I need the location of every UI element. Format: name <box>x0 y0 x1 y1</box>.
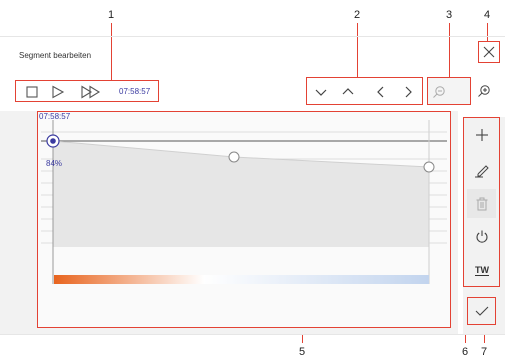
top-divider <box>0 36 505 37</box>
segment-chart <box>41 120 447 284</box>
callout-5: 5 <box>299 346 306 358</box>
callout-line-1 <box>111 23 112 81</box>
power-button[interactable] <box>468 222 496 250</box>
chevron-left-button[interactable] <box>370 81 392 103</box>
confirm-button[interactable] <box>467 297 496 325</box>
play-button[interactable] <box>47 81 69 103</box>
tunable-white-label: TW <box>475 264 489 276</box>
delete-button[interactable] <box>467 189 496 218</box>
fast-forward-icon <box>81 85 101 99</box>
zoom-in-button[interactable] <box>473 80 495 102</box>
fast-forward-button[interactable] <box>76 81 106 103</box>
callout-4: 4 <box>484 9 491 21</box>
trash-icon <box>476 197 487 210</box>
play-icon <box>52 85 65 99</box>
control-point-end[interactable] <box>423 161 435 173</box>
stop-icon <box>26 86 38 98</box>
control-point-start-dot <box>50 138 56 144</box>
callout-line-4 <box>487 23 488 41</box>
edit-button[interactable] <box>468 156 496 184</box>
close-icon <box>483 46 495 58</box>
callout-line-2 <box>357 23 358 77</box>
close-button[interactable] <box>478 41 500 63</box>
add-icon <box>476 129 488 141</box>
zoom-out-button[interactable] <box>428 81 450 103</box>
chevron-down-icon <box>315 89 327 96</box>
chevron-up-icon <box>342 88 354 95</box>
checkmark-icon <box>475 306 488 316</box>
zoom-in-icon <box>478 85 490 97</box>
callout-6: 6 <box>462 346 469 358</box>
zoom-toolbar <box>427 77 471 105</box>
add-button[interactable] <box>468 121 496 149</box>
stop-button[interactable] <box>21 81 43 103</box>
callout-3: 3 <box>446 9 453 21</box>
chart-time-label: 07:58:57 <box>39 112 71 121</box>
dialog-title: Segment bearbeiten <box>19 51 92 60</box>
tunable-white-button[interactable]: TW <box>468 256 496 284</box>
callout-line-3 <box>449 23 450 77</box>
chevron-left-icon <box>377 86 384 98</box>
chart-panel: 07:58:57 84% <box>37 111 451 328</box>
color-temperature-bar <box>54 275 429 284</box>
chevron-right-icon <box>405 86 412 98</box>
chevron-down-button[interactable] <box>310 81 332 103</box>
callout-2: 2 <box>354 9 361 21</box>
zoom-out-icon <box>433 86 445 98</box>
toolbar-time: 07:58:57 <box>119 87 151 96</box>
pencil-icon <box>475 165 489 178</box>
power-icon <box>476 230 488 243</box>
chevron-right-button[interactable] <box>397 81 419 103</box>
bottom-divider <box>0 334 505 335</box>
playback-toolbar: 07:58:57 <box>15 80 159 102</box>
callout-1: 1 <box>108 9 115 21</box>
control-point-mid[interactable] <box>228 151 240 163</box>
chart-level-label: 84% <box>46 159 63 168</box>
chevron-up-button[interactable] <box>337 81 359 103</box>
navigation-toolbar <box>306 77 423 105</box>
callout-7: 7 <box>481 346 488 358</box>
